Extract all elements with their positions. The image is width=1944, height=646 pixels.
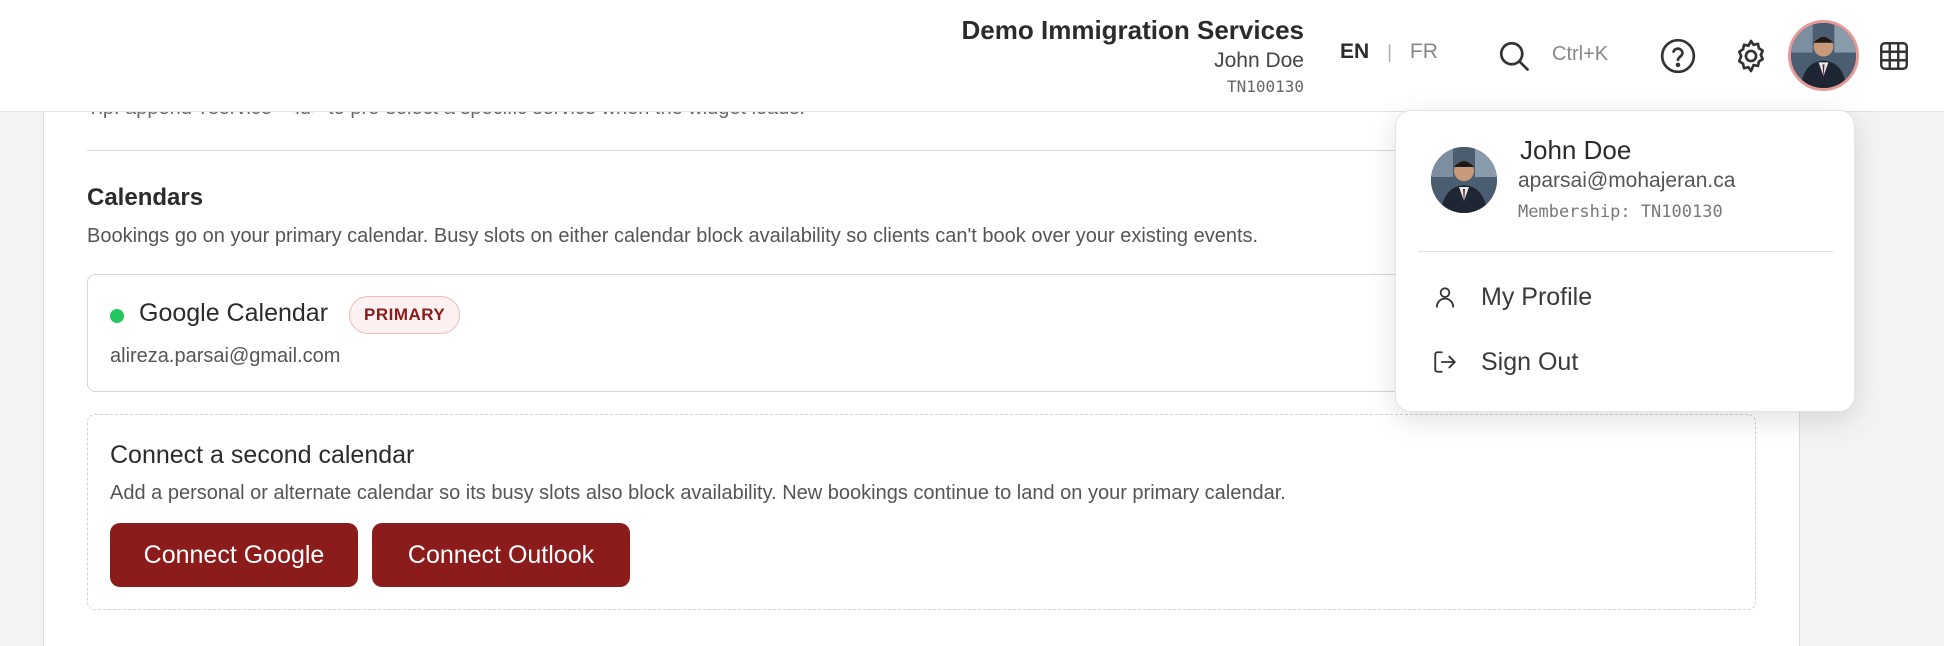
dropdown-avatar — [1431, 147, 1497, 213]
menu-item-my-profile[interactable]: My Profile — [1431, 277, 1592, 317]
sign-out-label: Sign Out — [1481, 347, 1579, 376]
user-menu-dropdown: John Doe aparsai@mohajeran.ca Membership… — [1395, 110, 1855, 412]
header-user-id: TN100130 — [1226, 77, 1304, 96]
google-calendar-email: alireza.parsai@gmail.com — [110, 345, 341, 367]
language-switcher: EN | FR — [1340, 40, 1438, 64]
search-icon[interactable] — [1494, 36, 1534, 76]
search-shortcut: Ctrl+K — [1552, 43, 1609, 65]
lang-fr[interactable]: FR — [1410, 40, 1438, 64]
lang-separator: | — [1387, 41, 1392, 62]
my-profile-label: My Profile — [1481, 282, 1593, 311]
second-calendar-title: Connect a second calendar — [110, 441, 415, 469]
gear-icon[interactable] — [1729, 34, 1773, 78]
connected-status-dot — [110, 309, 124, 323]
menu-item-sign-out[interactable]: Sign Out — [1431, 342, 1578, 382]
dropdown-membership: Membership: TN100130 — [1518, 202, 1723, 222]
dropdown-divider — [1418, 251, 1834, 252]
avatar[interactable] — [1788, 20, 1859, 91]
google-calendar-name: Google Calendar — [139, 299, 329, 327]
connect-outlook-button[interactable]: Connect Outlook — [372, 523, 630, 587]
sign-out-icon — [1431, 348, 1459, 376]
organization-info: Demo Immigration Services John Doe TN100… — [962, 14, 1304, 98]
second-calendar-description: Add a personal or alternate calendar so … — [110, 482, 1286, 504]
top-header: Demo Immigration Services John Doe TN100… — [0, 0, 1944, 112]
lang-en[interactable]: EN — [1340, 40, 1369, 64]
help-icon[interactable] — [1657, 35, 1699, 77]
dropdown-user-name: John Doe — [1520, 135, 1632, 165]
calendars-description: Bookings go on your primary calendar. Bu… — [87, 225, 1259, 247]
dropdown-user-email: aparsai@mohajeran.ca — [1518, 169, 1736, 192]
connect-google-button[interactable]: Connect Google — [110, 523, 358, 587]
header-user-name: John Doe — [1214, 49, 1304, 72]
primary-badge: PRIMARY — [349, 296, 461, 334]
user-icon — [1431, 283, 1459, 311]
calendars-title: Calendars — [87, 184, 204, 211]
apps-grid-icon[interactable] — [1874, 36, 1914, 76]
second-calendar-card: Connect a second calendar Add a personal… — [87, 414, 1756, 610]
org-name: Demo Immigration Services — [961, 15, 1304, 45]
